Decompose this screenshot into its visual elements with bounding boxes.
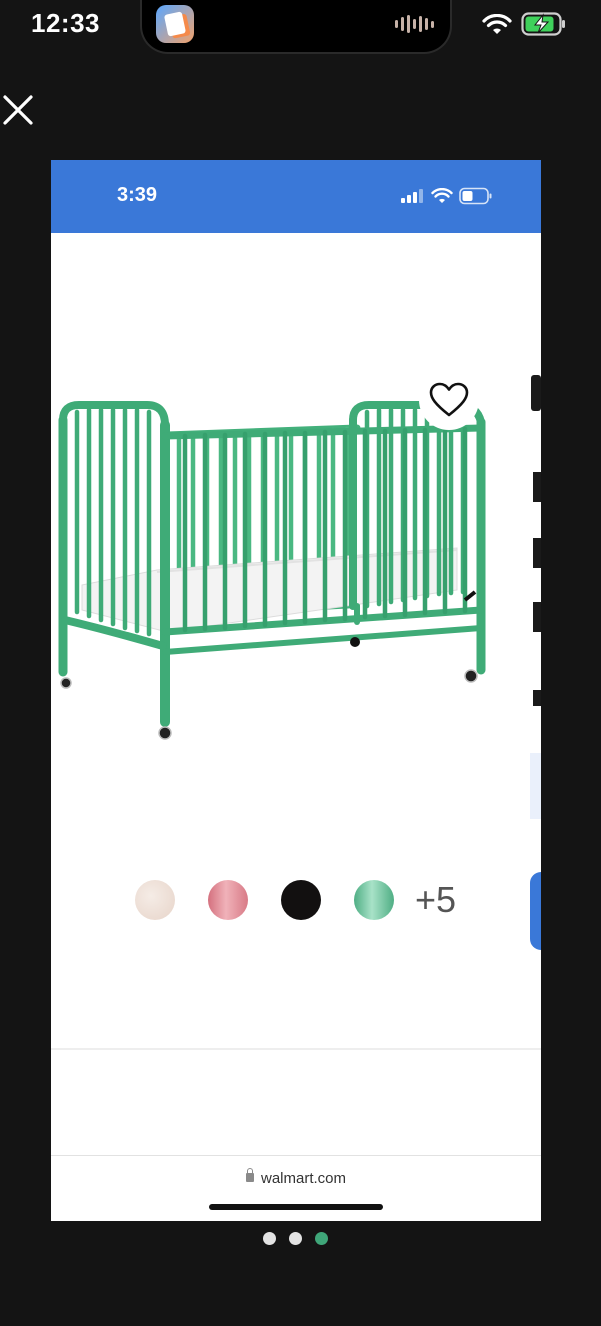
battery-icon [459, 187, 492, 205]
color-swatches: +5 [135, 879, 456, 921]
status-time: 12:33 [31, 8, 100, 38]
divider [51, 1048, 541, 1050]
more-colors-link[interactable]: +5 [415, 879, 456, 921]
battery-charging-icon [521, 12, 565, 36]
signal-icon [401, 189, 423, 203]
product-screenshot[interactable]: 3:39 +5 walmart.com [51, 160, 541, 1221]
address-bar[interactable]: walmart.com [51, 1168, 541, 1187]
address-bar-divider [51, 1155, 541, 1156]
title-text-cutoff [533, 602, 541, 632]
audio-waveform-icon [395, 14, 434, 34]
rating-star-icon [533, 690, 541, 706]
swatch-black[interactable] [281, 880, 321, 920]
inner-status-time: 3:39 [117, 184, 158, 206]
dynamic-island[interactable] [140, 0, 452, 54]
title-text-cutoff [533, 538, 541, 568]
favorite-button[interactable] [419, 370, 479, 430]
heart-outline-icon [429, 382, 469, 417]
page-dot[interactable] [263, 1232, 276, 1245]
app-icon[interactable] [156, 5, 194, 43]
url-text: walmart.com [260, 1170, 346, 1187]
swatch-pink[interactable] [208, 880, 248, 920]
info-banner-cutoff [530, 753, 541, 819]
swatch-blush[interactable] [135, 880, 175, 920]
swatch-green[interactable] [354, 880, 394, 920]
page-indicator [263, 1232, 328, 1245]
title-text-cutoff [533, 472, 541, 502]
inner-status-bar: 3:39 [51, 160, 541, 233]
wifi-icon [431, 188, 453, 203]
page-dot-active[interactable] [315, 1232, 328, 1245]
wifi-icon [482, 14, 512, 34]
add-to-cart-button-cutoff[interactable] [530, 872, 541, 950]
crib-product-image[interactable] [57, 400, 487, 740]
lock-icon [245, 1168, 254, 1182]
home-indicator[interactable] [209, 1204, 383, 1210]
page-dot[interactable] [289, 1232, 302, 1245]
close-icon[interactable] [2, 94, 34, 126]
price-text-cutoff [531, 375, 541, 411]
